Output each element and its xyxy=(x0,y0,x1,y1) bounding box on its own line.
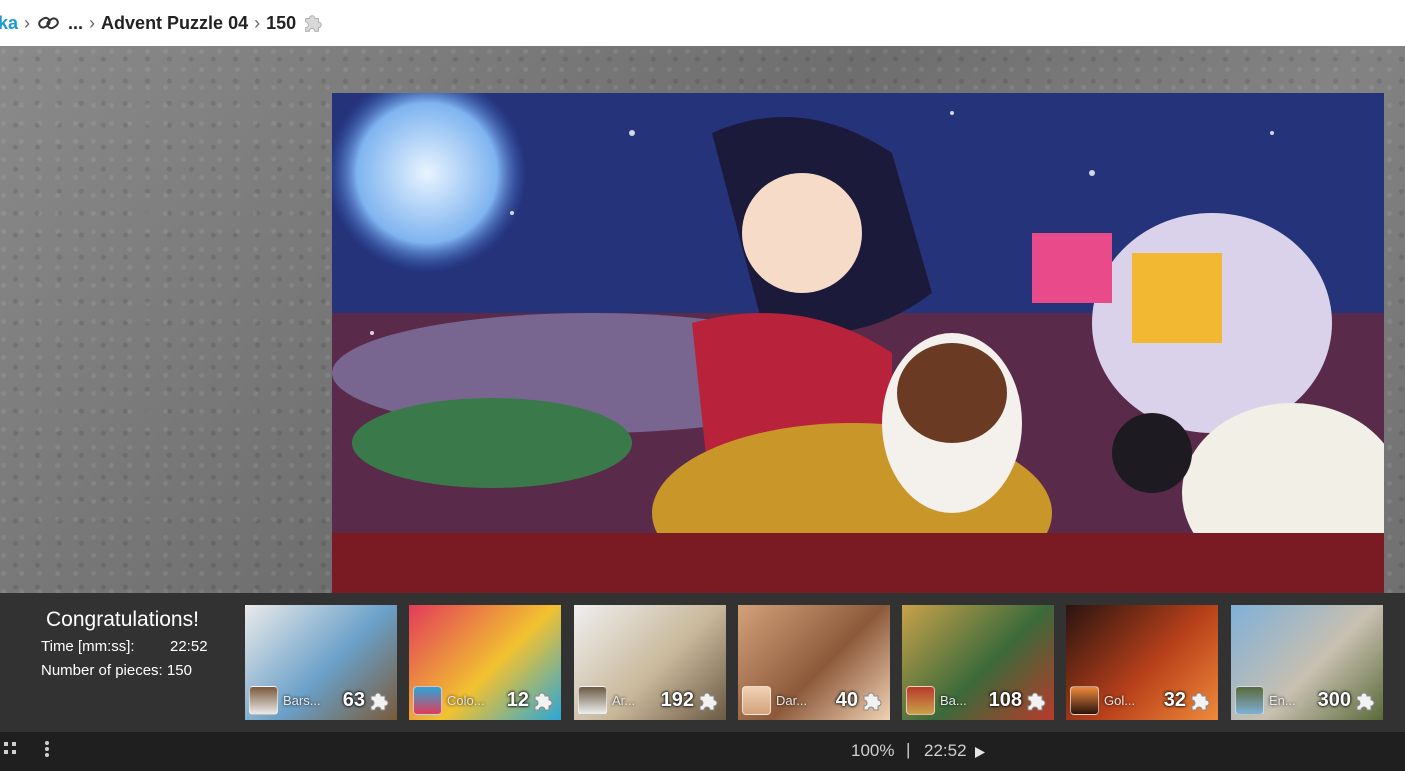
congratulations-box: Congratulations! Time [mm:ss]: 22:52 Num… xyxy=(0,593,245,732)
puzzle-piece-icon xyxy=(367,689,391,713)
breadcrumb-ellipsis[interactable]: ... xyxy=(68,13,83,34)
completed-puzzle-image xyxy=(332,93,1384,593)
link-icon[interactable] xyxy=(36,13,62,33)
puzzle-thumbnail[interactable]: Bars... 63 xyxy=(245,605,397,720)
status-bar: 100% | 22:52 xyxy=(0,732,1405,771)
thumbnail-piece-count: 192 xyxy=(660,689,694,711)
play-icon[interactable] xyxy=(974,744,986,758)
avatar xyxy=(249,686,278,715)
zoom-level[interactable]: 100% xyxy=(851,741,894,761)
thumbnail-user-name: Ar... xyxy=(612,693,636,708)
status-divider: | xyxy=(906,740,911,759)
vertical-dots-icon[interactable] xyxy=(44,740,50,758)
time-value: 22:52 xyxy=(170,638,208,655)
puzzle-piece-icon xyxy=(696,689,720,713)
thumbnail-user-name: Dar... xyxy=(776,693,808,708)
puzzle-stage[interactable] xyxy=(0,46,1405,593)
puzzle-thumbnail[interactable]: Ar... 192 xyxy=(574,605,726,720)
thumbnail-piece-count: 40 xyxy=(835,689,858,711)
puzzle-thumbnail[interactable]: Dar... 40 xyxy=(738,605,890,720)
pieces-count-label: Number of pieces: 150 xyxy=(41,662,192,679)
puzzle-piece-icon xyxy=(302,12,324,34)
time-label: Time [mm:ss]: xyxy=(41,638,135,655)
puzzle-thumbnail[interactable]: En... 300 xyxy=(1231,605,1383,720)
puzzle-piece-icon xyxy=(1024,689,1048,713)
avatar xyxy=(578,686,607,715)
chevron-right-icon: › xyxy=(89,12,96,33)
chevron-right-icon: › xyxy=(24,12,31,33)
thumbnail-user-name: Colo... xyxy=(447,693,485,708)
thumbnail-piece-count: 300 xyxy=(1317,689,1351,711)
thumbnail-piece-count: 32 xyxy=(1163,689,1186,711)
thumbnail-user-name: En... xyxy=(1269,693,1296,708)
thumbnail-piece-count: 12 xyxy=(506,689,529,711)
puzzle-piece-icon xyxy=(1353,689,1377,713)
puzzle-piece-icon xyxy=(531,689,555,713)
breadcrumb-pieces: 150 xyxy=(266,12,297,33)
avatar xyxy=(1070,686,1099,715)
suggested-puzzles: Bars... 63 Colo... 12 Ar... 192 Dar... 40 Ba... 1… xyxy=(245,605,1405,720)
avatar xyxy=(413,686,442,715)
breadcrumb: ka › ... › Advent Puzzle 04 › 150 xyxy=(0,0,1405,47)
avatar xyxy=(1235,686,1264,715)
congratulations-title: Congratulations! xyxy=(46,608,199,631)
grid-icon[interactable] xyxy=(2,740,18,758)
puzzle-piece-icon xyxy=(860,689,884,713)
timer: 22:52 xyxy=(924,741,967,760)
thumbnail-user-name: Ba... xyxy=(940,693,967,708)
puzzle-thumbnail[interactable]: Gol... 32 xyxy=(1066,605,1218,720)
avatar xyxy=(906,686,935,715)
breadcrumb-user-link[interactable]: ka xyxy=(0,13,18,34)
thumbnail-user-name: Bars... xyxy=(283,693,321,708)
breadcrumb-puzzle-name[interactable]: Advent Puzzle 04 xyxy=(101,13,248,34)
puzzle-thumbnail[interactable]: Colo... 12 xyxy=(409,605,561,720)
puzzle-piece-icon xyxy=(1188,689,1212,713)
thumbnail-piece-count: 108 xyxy=(988,689,1022,711)
completion-panel: Congratulations! Time [mm:ss]: 22:52 Num… xyxy=(0,593,1405,732)
thumbnail-piece-count: 63 xyxy=(342,689,365,711)
chevron-right-icon: › xyxy=(254,12,261,33)
thumbnail-user-name: Gol... xyxy=(1104,693,1136,708)
puzzle-thumbnail[interactable]: Ba... 108 xyxy=(902,605,1054,720)
avatar xyxy=(742,686,771,715)
